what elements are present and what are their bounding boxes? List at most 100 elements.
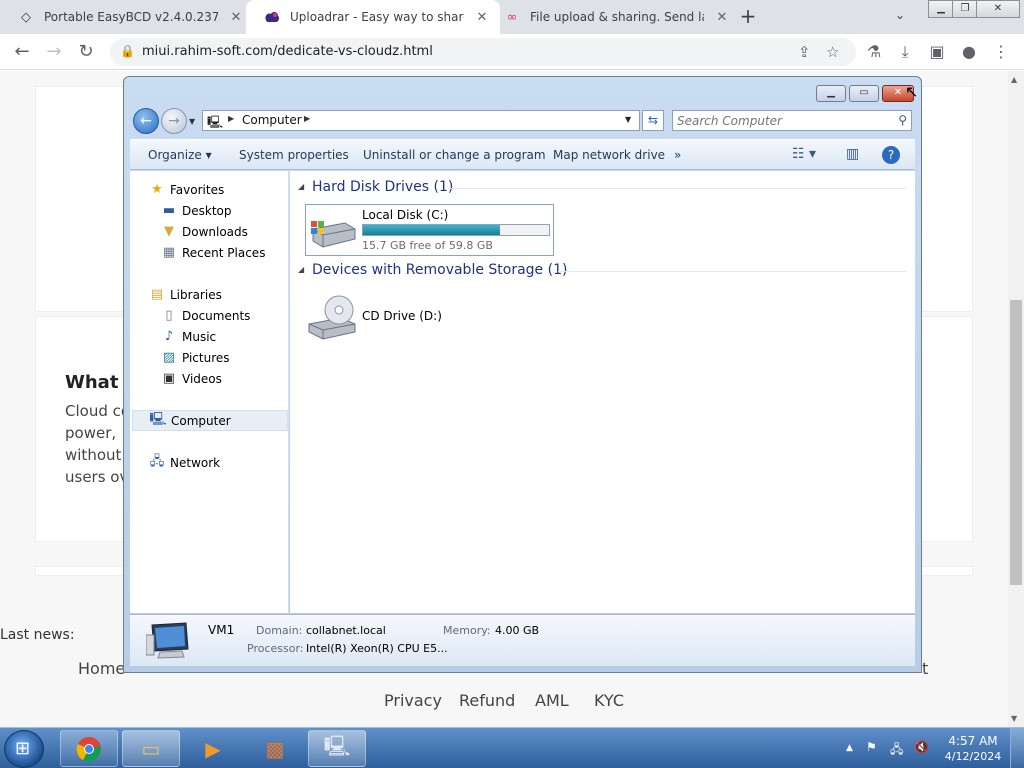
search-box[interactable]: ⚲ (672, 110, 912, 131)
preview-pane-icon[interactable]: ▥ (846, 146, 859, 162)
scrollbar-thumb[interactable] (1010, 300, 1022, 585)
close-icon[interactable]: ✕ (228, 10, 244, 25)
uninstall-program-button[interactable]: Uninstall or change a program (363, 148, 546, 162)
scroll-up-arrow-icon[interactable]: ▲ (1011, 75, 1017, 84)
search-icon[interactable]: ⚲ (898, 113, 907, 127)
organize-menu[interactable]: Organize ▾ (148, 148, 212, 162)
explorer-address-bar[interactable]: 🖳 ▶ Computer ▶ ▼ (202, 110, 640, 131)
search-input[interactable] (677, 112, 887, 129)
nav-desktop[interactable]: ▬ Desktop (160, 200, 232, 221)
tab-title: Portable EasyBCD v2.4.0.237 Con (44, 10, 218, 24)
clock-time[interactable]: 4:57 AM (944, 734, 1002, 748)
breadcrumb-arrow-icon[interactable]: ▶ (304, 114, 310, 123)
show-hidden-icons-arrow[interactable]: ▲ (846, 743, 853, 753)
nav-label: Computer (171, 413, 231, 428)
change-view-icon[interactable]: ☷ ▾ (792, 146, 816, 162)
nav-label: Favorites (170, 182, 225, 197)
nav-music[interactable]: ♪ Music (160, 326, 216, 347)
nav-documents[interactable]: ▯ Documents (160, 305, 250, 326)
volume-muted-icon[interactable]: 🔇 (914, 740, 929, 754)
cd-drive-name[interactable]: CD Drive (D:) (362, 309, 442, 323)
map-network-drive-button[interactable]: Map network drive (553, 148, 665, 162)
nav-label: Desktop (182, 203, 232, 218)
side-panel-icon[interactable]: ▣ (926, 42, 948, 61)
music-note-icon: ♪ (164, 329, 174, 344)
footer-link-privacy[interactable]: Privacy (384, 691, 442, 710)
footer-link-home[interactable]: Home (78, 659, 125, 678)
breadcrumb-computer[interactable]: Computer (242, 113, 302, 127)
address-bar[interactable]: 🔒 miui.rahim-soft.com/dedicate-vs-cloudz… (110, 38, 856, 66)
action-center-flag-icon[interactable]: ⚑ (866, 740, 877, 754)
scroll-down-arrow-icon[interactable]: ▼ (1011, 714, 1017, 723)
nav-libraries[interactable]: ▤ Libraries (148, 284, 222, 305)
cd-drive-icon[interactable] (307, 294, 357, 340)
reload-icon[interactable]: ↻ (74, 40, 98, 64)
system-properties-button[interactable]: System properties (239, 148, 349, 162)
footer-link-refund[interactable]: Refund (459, 691, 515, 710)
share-icon[interactable]: ⇪ (798, 43, 811, 61)
collapse-arrow-icon[interactable]: ◢ (298, 265, 304, 274)
bookmark-star-icon[interactable]: ☆ (826, 43, 839, 61)
group-header-removable-storage[interactable]: Devices with Removable Storage (1) (312, 262, 567, 278)
nav-network[interactable]: 🖧 Network (148, 452, 220, 473)
footer-link-partial[interactable]: t (922, 659, 928, 678)
new-tab-button[interactable]: + (736, 5, 760, 29)
back-arrow-icon[interactable]: ← (133, 108, 159, 134)
group-divider (558, 271, 906, 272)
show-desktop-button[interactable] (1010, 728, 1024, 768)
nav-recent-places[interactable]: ▦ Recent Places (160, 242, 266, 263)
nav-computer[interactable]: 🖳 Computer (132, 410, 288, 431)
nav-label: Network (170, 455, 221, 470)
forward-arrow-icon[interactable]: → (161, 108, 187, 134)
nav-downloads[interactable]: ▼ Downloads (160, 221, 248, 242)
network-tray-icon[interactable]: 🖧 (890, 740, 903, 761)
link-logo-icon: ∞ (506, 9, 518, 25)
address-dropdown-icon[interactable]: ▼ (625, 115, 631, 124)
maximize-button[interactable]: ▭ (849, 85, 879, 102)
drive-free-space: 15.7 GB free of 59.8 GB (362, 239, 493, 252)
minimize-button[interactable]: ▁ (816, 85, 846, 102)
restore-window-button[interactable]: ❐ (952, 0, 978, 18)
tab-easybcd[interactable]: ◇ Portable EasyBCD v2.4.0.237 Con ✕ (0, 0, 254, 34)
download-icon[interactable]: ⤓ (894, 42, 916, 62)
nav-label: Libraries (170, 287, 222, 302)
nav-favorites[interactable]: ★ Favorites (148, 179, 224, 200)
refresh-icon[interactable]: ⇆ (642, 110, 664, 131)
more-menu-icon[interactable]: ⋮ (990, 42, 1012, 61)
taskbar-chrome-button[interactable] (60, 730, 118, 767)
back-arrow-icon[interactable]: ← (10, 40, 34, 64)
start-button[interactable]: ⊞ (4, 730, 44, 768)
nav-videos[interactable]: ▣ Videos (160, 368, 222, 389)
group-header-hard-disk-drives[interactable]: Hard Disk Drives (1) (312, 179, 453, 195)
details-pane: VM1 Domain: collabnet.local Memory: 4.00… (130, 614, 915, 666)
taskbar-app-button[interactable]: ▩ (246, 730, 304, 767)
recent-pages-dropdown-icon[interactable]: ▼ (189, 117, 195, 126)
profile-avatar-icon[interactable]: ● (958, 42, 980, 61)
lab-flask-icon[interactable]: ⚗ (863, 42, 885, 61)
tab-uploadrar[interactable]: Uploadrar - Easy way to share yo ✕ (246, 0, 500, 34)
tab-title: Uploadrar - Easy way to share yo (290, 10, 464, 24)
memory-label: Memory: (443, 624, 491, 637)
card-text-line: users ov (65, 468, 129, 486)
taskbar-media-player-button[interactable]: ▶ (184, 730, 242, 767)
tab-file-upload[interactable]: ∞ File upload & sharing. Send large ✕ (486, 0, 740, 34)
close-icon[interactable]: ✕ (714, 10, 730, 25)
more-commands-chevron[interactable]: » (674, 148, 681, 162)
taskbar-computer-button[interactable]: 🖳 (308, 730, 366, 767)
breadcrumb-arrow-icon[interactable]: ▶ (228, 114, 234, 123)
page-scrollbar[interactable]: ▲ ▼ (1008, 71, 1024, 727)
nav-pictures[interactable]: ▨ Pictures (160, 347, 230, 368)
help-icon[interactable]: ? (882, 146, 900, 164)
collapse-arrow-icon[interactable]: ◢ (298, 182, 304, 191)
domain-label: Domain: (256, 624, 303, 637)
forward-arrow-icon[interactable]: → (42, 40, 66, 64)
local-disk-c-item[interactable]: Local Disk (C:) 15.7 GB free of 59.8 GB (305, 204, 554, 256)
minimize-window-button[interactable]: ▁ (928, 0, 954, 18)
footer-link-aml[interactable]: AML (535, 691, 569, 710)
clock-date[interactable]: 4/12/2024 (944, 750, 1002, 763)
footer-link-kyc[interactable]: KYC (594, 691, 624, 710)
close-window-button[interactable]: ✕ (976, 0, 1020, 18)
nav-label: Documents (182, 308, 251, 323)
taskbar-explorer-button[interactable]: ▭ (122, 730, 180, 767)
tab-search-chevron-icon[interactable]: ⌄ (895, 8, 905, 22)
